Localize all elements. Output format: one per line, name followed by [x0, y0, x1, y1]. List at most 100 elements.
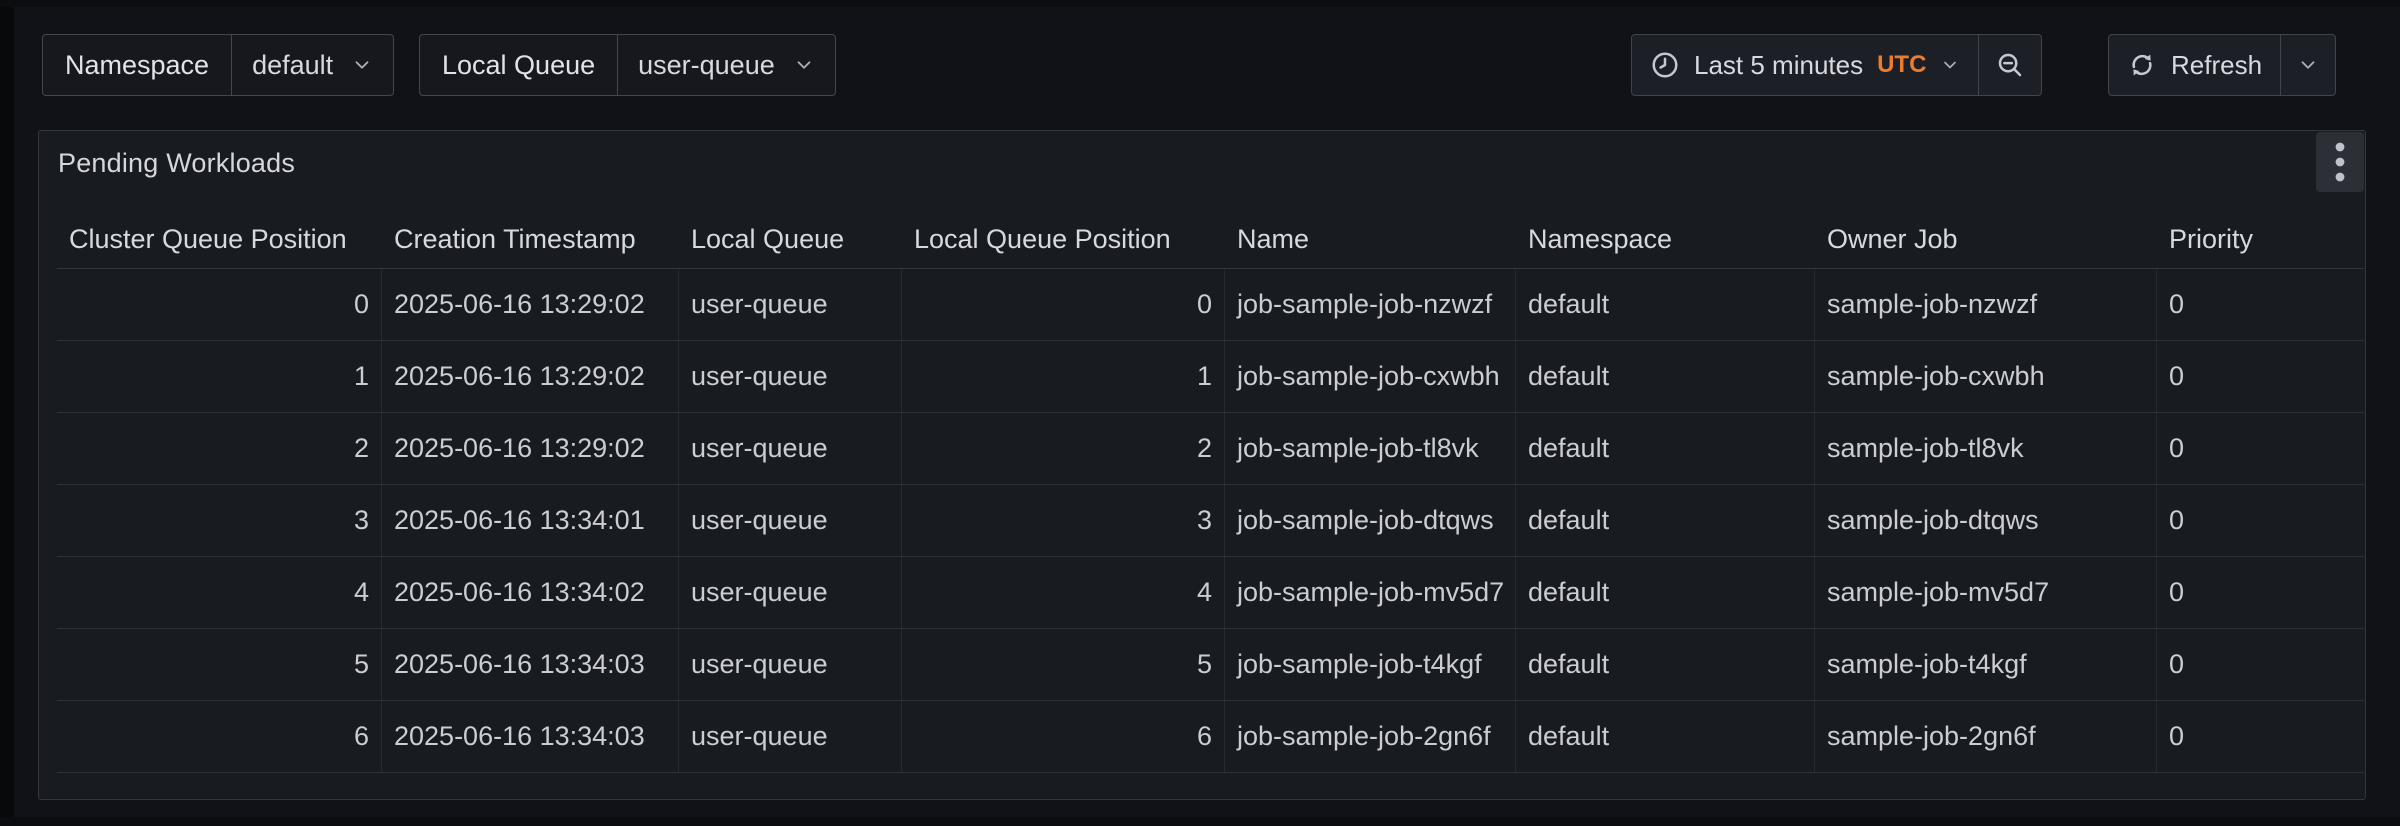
cell-owner-job: sample-job-mv5d7 [1815, 557, 2157, 628]
cell-local-queue: user-queue [679, 629, 902, 700]
cell-local-queue-position: 0 [902, 269, 1225, 340]
magnifier-minus-icon [1995, 50, 2025, 80]
table-row: 12025-06-16 13:29:02user-queue1job-sampl… [57, 341, 2364, 413]
cell-priority: 0 [2157, 485, 2364, 556]
zoom-out-time-button[interactable] [1978, 35, 2041, 95]
cell-owner-job: sample-job-cxwbh [1815, 341, 2157, 412]
cell-cluster-queue-position: 6 [57, 701, 382, 772]
cell-local-queue-position: 2 [902, 413, 1225, 484]
table-row: 42025-06-16 13:34:02user-queue4job-sampl… [57, 557, 2364, 629]
cell-cluster-queue-position: 2 [57, 413, 382, 484]
cell-local-queue: user-queue [679, 341, 902, 412]
screen-edge-bottom [0, 817, 2400, 826]
cell-namespace: default [1516, 269, 1815, 340]
chevron-down-icon [1940, 55, 1960, 75]
column-header-owner-job[interactable]: Owner Job [1815, 211, 2157, 268]
cell-cluster-queue-position: 3 [57, 485, 382, 556]
cell-priority: 0 [2157, 269, 2364, 340]
cell-local-queue: user-queue [679, 485, 902, 556]
panel-header: Pending Workloads [39, 131, 2365, 195]
refresh-button[interactable]: Refresh [2109, 35, 2280, 95]
cell-name: job-sample-job-mv5d7 [1225, 557, 1516, 628]
cell-local-queue-position: 3 [902, 485, 1225, 556]
cell-local-queue: user-queue [679, 269, 902, 340]
table-body: 02025-06-16 13:29:02user-queue0job-sampl… [57, 269, 2364, 773]
cell-local-queue: user-queue [679, 557, 902, 628]
chevron-down-icon [2297, 54, 2319, 76]
time-picker-button[interactable]: Last 5 minutes UTC [1632, 35, 1978, 95]
cell-namespace: default [1516, 485, 1815, 556]
column-header-priority[interactable]: Priority [2157, 211, 2364, 268]
local-queue-variable-label: Local Queue [420, 35, 618, 95]
cell-creation-timestamp: 2025-06-16 13:34:02 [382, 557, 679, 628]
time-range-label: Last 5 minutes [1694, 50, 1863, 81]
cell-local-queue-position: 1 [902, 341, 1225, 412]
cell-local-queue: user-queue [679, 701, 902, 772]
namespace-variable-label: Namespace [43, 35, 232, 95]
column-header-local-queue[interactable]: Local Queue [679, 211, 902, 268]
cell-creation-timestamp: 2025-06-16 13:29:02 [382, 413, 679, 484]
time-controls-group: Last 5 minutes UTC [1631, 34, 2042, 96]
column-header-creation-timestamp[interactable]: Creation Timestamp [382, 211, 679, 268]
namespace-variable-select[interactable]: default [232, 35, 393, 95]
pending-workloads-table: Cluster Queue PositionCreation Timestamp… [57, 211, 2364, 773]
cell-owner-job: sample-job-t4kgf [1815, 629, 2157, 700]
refresh-label: Refresh [2171, 50, 2262, 81]
column-header-name[interactable]: Name [1225, 211, 1516, 268]
table-header-row: Cluster Queue PositionCreation Timestamp… [57, 211, 2364, 269]
local-queue-variable-control: Local Queue user-queue [419, 34, 836, 96]
cell-cluster-queue-position: 1 [57, 341, 382, 412]
cell-cluster-queue-position: 5 [57, 629, 382, 700]
column-header-local-queue-position[interactable]: Local Queue Position [902, 211, 1225, 268]
sync-arrows-icon [2127, 50, 2157, 80]
cell-name: job-sample-job-tl8vk [1225, 413, 1516, 484]
table-row: 52025-06-16 13:34:03user-queue5job-sampl… [57, 629, 2364, 701]
cell-namespace: default [1516, 413, 1815, 484]
cell-priority: 0 [2157, 629, 2364, 700]
panel-menu-button[interactable] [2316, 132, 2364, 192]
pending-workloads-panel: Pending Workloads Cluster Queue Position… [38, 130, 2366, 800]
namespace-variable-value: default [252, 50, 333, 81]
refresh-interval-dropdown[interactable] [2280, 35, 2335, 95]
cell-creation-timestamp: 2025-06-16 13:29:02 [382, 269, 679, 340]
screen-edge-top [0, 0, 2400, 7]
cell-creation-timestamp: 2025-06-16 13:34:03 [382, 701, 679, 772]
cell-priority: 0 [2157, 701, 2364, 772]
cell-priority: 0 [2157, 413, 2364, 484]
cell-owner-job: sample-job-tl8vk [1815, 413, 2157, 484]
cell-creation-timestamp: 2025-06-16 13:34:03 [382, 629, 679, 700]
cell-name: job-sample-job-nzwzf [1225, 269, 1516, 340]
cell-name: job-sample-job-2gn6f [1225, 701, 1516, 772]
screen-edge-left [0, 0, 14, 826]
cell-local-queue-position: 5 [902, 629, 1225, 700]
timezone-label: UTC [1877, 51, 1926, 79]
cell-owner-job: sample-job-nzwzf [1815, 269, 2157, 340]
chevron-down-icon [793, 54, 815, 76]
cell-local-queue-position: 6 [902, 701, 1225, 772]
namespace-variable-control: Namespace default [42, 34, 394, 96]
cell-cluster-queue-position: 4 [57, 557, 382, 628]
cell-creation-timestamp: 2025-06-16 13:29:02 [382, 341, 679, 412]
cell-namespace: default [1516, 557, 1815, 628]
table-row: 02025-06-16 13:29:02user-queue0job-sampl… [57, 269, 2364, 341]
local-queue-variable-select[interactable]: user-queue [618, 35, 835, 95]
local-queue-variable-value: user-queue [638, 50, 775, 81]
cell-priority: 0 [2157, 341, 2364, 412]
cell-cluster-queue-position: 0 [57, 269, 382, 340]
table-row: 22025-06-16 13:29:02user-queue2job-sampl… [57, 413, 2364, 485]
cell-namespace: default [1516, 701, 1815, 772]
cell-creation-timestamp: 2025-06-16 13:34:01 [382, 485, 679, 556]
clock-icon [1650, 50, 1680, 80]
cell-local-queue: user-queue [679, 413, 902, 484]
cell-namespace: default [1516, 341, 1815, 412]
cell-local-queue-position: 4 [902, 557, 1225, 628]
kebab-vertical-icon [2334, 139, 2346, 185]
column-header-cluster-queue-position[interactable]: Cluster Queue Position [57, 211, 382, 268]
cell-owner-job: sample-job-dtqws [1815, 485, 2157, 556]
cell-name: job-sample-job-cxwbh [1225, 341, 1516, 412]
cell-priority: 0 [2157, 557, 2364, 628]
chevron-down-icon [351, 54, 373, 76]
cell-name: job-sample-job-t4kgf [1225, 629, 1516, 700]
refresh-controls-group: Refresh [2108, 34, 2336, 96]
column-header-namespace[interactable]: Namespace [1516, 211, 1815, 268]
